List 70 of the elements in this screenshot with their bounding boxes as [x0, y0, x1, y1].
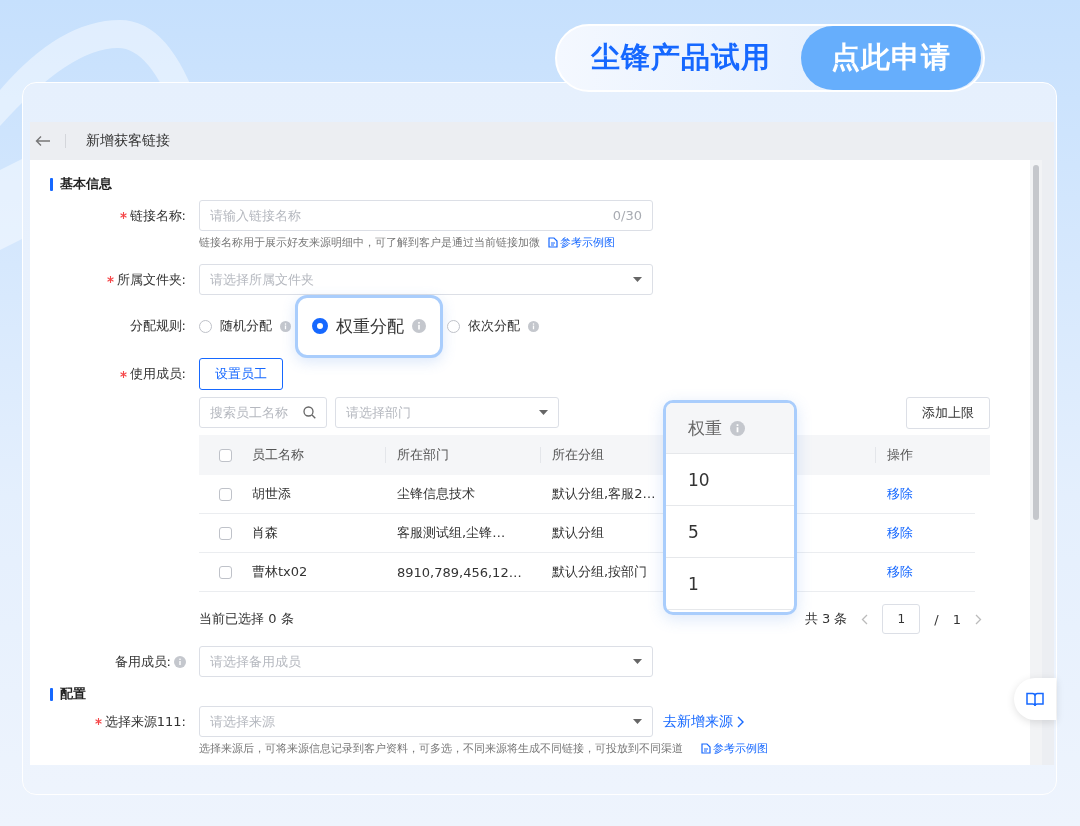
- table-cell: 尘锋信息技术: [385, 475, 540, 514]
- page-count: 1: [952, 611, 961, 627]
- field-label: 选择来源111:: [104, 712, 186, 731]
- scrollbar[interactable]: [1030, 160, 1042, 765]
- example-link[interactable]: 参考示例图: [548, 234, 615, 250]
- weight-value: 10: [688, 469, 710, 490]
- page-input[interactable]: 1: [882, 604, 921, 634]
- weight-value: 5: [688, 521, 699, 542]
- info-icon: [280, 320, 291, 332]
- required-mark-icon: [119, 212, 127, 219]
- set-staff-button[interactable]: 设置员工: [199, 358, 283, 390]
- table-cell: 客服测试组,尘锋…: [385, 514, 540, 553]
- guide-button[interactable]: [1014, 678, 1056, 720]
- hint-text: 链接名称用于展示好友来源明细中，可了解到客户是通过当前链接加微: [199, 234, 540, 250]
- column-header: 权重: [688, 416, 722, 440]
- checkbox[interactable]: [219, 448, 232, 462]
- caret-icon: [633, 659, 642, 664]
- info-icon: [730, 420, 745, 436]
- field-label: 所属文件夹:: [116, 270, 186, 289]
- selection-count: 当前已选择 0 条: [199, 610, 294, 628]
- search-icon: [303, 406, 316, 419]
- document-icon: [701, 742, 711, 754]
- column-header: 所在部门: [385, 435, 540, 475]
- radio-option[interactable]: 依次分配: [447, 317, 539, 335]
- required-mark-icon: [106, 276, 114, 283]
- field-label: 使用成员:: [129, 365, 186, 383]
- column-header: 操作: [875, 435, 990, 475]
- hint-text: 选择来源后，可将来源信息记录到客户资料，可多选，不同来源将生成不同链接，可投放到不同渠道: [199, 740, 683, 756]
- add-limit-button[interactable]: 添加上限: [906, 397, 990, 429]
- checkbox[interactable]: [219, 565, 232, 579]
- table-cell: 8910,789,456,12…: [385, 553, 540, 592]
- book-icon: [1026, 691, 1044, 707]
- required-mark-icon: [94, 718, 102, 725]
- chevron-left-icon[interactable]: [861, 613, 869, 625]
- add-source-link[interactable]: 去新增来源: [663, 712, 744, 731]
- char-counter: 0/30: [612, 208, 642, 223]
- radio-option[interactable]: 随机分配: [199, 317, 291, 335]
- info-icon: [412, 319, 426, 333]
- field-label: 备用成员:: [114, 652, 171, 671]
- column-header: 所在分组: [540, 435, 663, 475]
- back-arrow-icon[interactable]: [35, 135, 51, 147]
- remove-link[interactable]: 移除: [887, 563, 913, 581]
- remove-link[interactable]: 移除: [887, 524, 913, 542]
- table-cell: 胡世添: [240, 475, 385, 514]
- page-title: 新增获客链接: [86, 132, 170, 150]
- field-label: 分配规则:: [129, 317, 186, 335]
- page-separator: /: [934, 611, 939, 627]
- document-icon: [548, 236, 558, 248]
- total-count: 共 3 条: [804, 610, 848, 628]
- radio-option[interactable]: 权重分配: [295, 294, 443, 358]
- promo-title: 尘锋产品试用: [591, 39, 771, 76]
- chevron-right-icon[interactable]: [975, 613, 982, 625]
- remove-link[interactable]: 移除: [887, 485, 913, 503]
- chevron-right-icon: [737, 715, 744, 728]
- caret-icon: [633, 719, 642, 724]
- info-icon: [174, 655, 186, 668]
- field-label: 链接名称:: [129, 206, 186, 225]
- info-icon: [528, 320, 539, 332]
- checkbox[interactable]: [219, 487, 232, 501]
- required-mark-icon: [119, 370, 127, 378]
- checkbox[interactable]: [219, 526, 232, 540]
- weight-value: 1: [688, 573, 699, 594]
- section-title: 配置: [60, 685, 86, 703]
- section-title: 基本信息: [60, 175, 112, 193]
- caret-icon: [539, 410, 548, 415]
- example-link[interactable]: 参考示例图: [701, 740, 768, 756]
- table-cell: 曹林tx02: [240, 553, 385, 592]
- column-header: 员工名称: [240, 435, 385, 475]
- caret-icon: [633, 277, 642, 282]
- table-cell: 肖森: [240, 514, 385, 553]
